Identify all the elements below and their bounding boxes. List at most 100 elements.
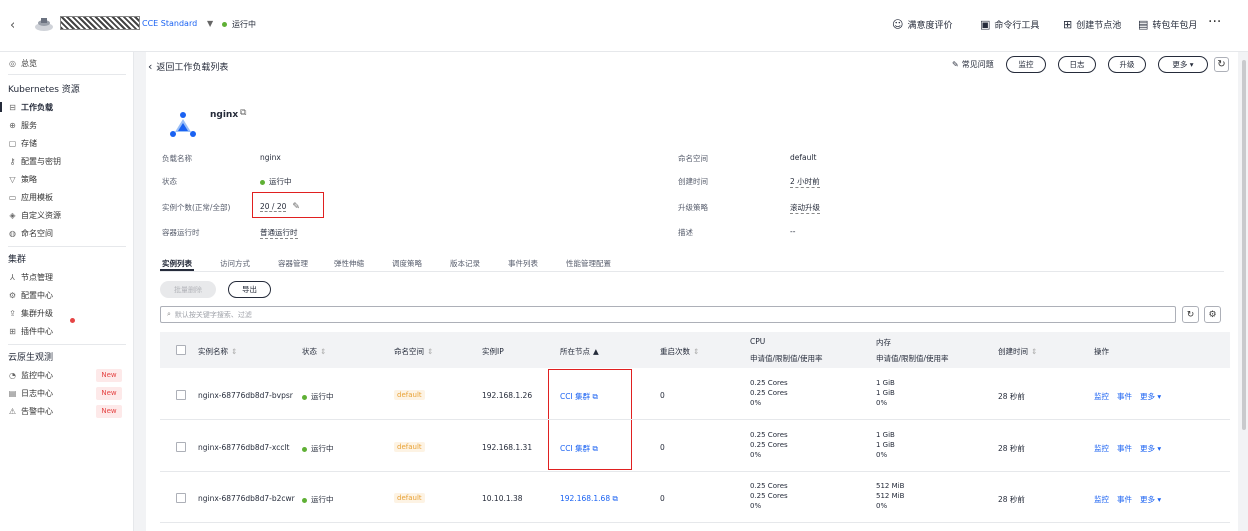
sidebar-item-config-center[interactable]: ⚙ 配置中心 [8, 290, 53, 301]
monitor-link[interactable]: 监控 [1094, 494, 1109, 505]
tab-scaling[interactable]: 弹性伸缩 [334, 258, 364, 269]
field-label: 状态 [162, 177, 177, 186]
row-actions: 监控 事件 更多 ▾ [1094, 494, 1161, 505]
cluster-type-label[interactable]: CCE Standard [142, 19, 197, 28]
sidebar-item-logs[interactable]: ▤ 日志中心 [8, 388, 53, 399]
monitor-link[interactable]: 监控 [1094, 391, 1109, 402]
log-icon: ▤ [8, 389, 17, 398]
sidebar-item-custom-resources[interactable]: ◈ 自定义资源 [8, 210, 61, 221]
node-link[interactable]: CCI 集群 ⧉ [560, 391, 598, 402]
tab-events[interactable]: 事件列表 [508, 258, 538, 269]
divider [160, 471, 1230, 472]
faq-link[interactable]: ✎ 常见问题 [952, 59, 994, 70]
workload-name: nginx [210, 110, 239, 120]
col-created[interactable]: 创建时间 ⇕ [998, 346, 1037, 357]
events-link[interactable]: 事件 [1117, 391, 1132, 402]
col-actions: 操作 [1094, 347, 1109, 356]
pod-ip: 192.168.1.31 [482, 443, 533, 452]
more-icon[interactable]: ··· [1208, 14, 1221, 30]
tab-access[interactable]: 访问方式 [220, 258, 250, 269]
scrollbar-thumb[interactable] [1242, 60, 1246, 430]
namespace-tag: default [394, 442, 425, 452]
pod-ip: 10.10.1.38 [482, 494, 523, 503]
field-value: 普通运行时 [260, 228, 298, 239]
copy-icon[interactable]: ⧉ [240, 108, 246, 118]
edit-icon[interactable]: ✎ [292, 202, 300, 212]
more-link[interactable]: 更多 ▾ [1140, 443, 1161, 454]
node-pool-icon: ⊞ [1063, 18, 1073, 31]
row-checkbox[interactable] [176, 390, 186, 400]
tab-instances[interactable]: 实例列表 [162, 258, 192, 269]
external-link-icon: ⧉ [612, 494, 618, 503]
col-memory-sub: 申请值/限制值/使用率 [876, 354, 949, 363]
col-status[interactable]: 状态 ⇕ [302, 346, 326, 357]
sidebar-item-monitoring[interactable]: ◔ 监控中心 [8, 370, 53, 381]
refresh-icon[interactable]: ↻ [1182, 306, 1199, 323]
row-checkbox[interactable] [176, 442, 186, 452]
monitor-link[interactable]: 监控 [1094, 443, 1109, 454]
col-namespace[interactable]: 命名空间 ⇕ [394, 346, 433, 357]
monitor-button[interactable]: 监控 [1006, 56, 1046, 73]
created-time: 28 秒前 [998, 392, 1025, 401]
logs-button[interactable]: 日志 [1058, 56, 1096, 73]
tab-versions[interactable]: 版本记录 [450, 258, 480, 269]
col-cpu: CPU [750, 337, 766, 346]
yearly-monthly-button[interactable]: ▤ 转包年包月 [1138, 18, 1197, 31]
export-button[interactable]: 导出 [228, 281, 271, 298]
create-node-pool-button[interactable]: ⊞ 创建节点池 [1063, 18, 1121, 31]
terminal-icon: ▣ [980, 18, 991, 31]
tab-containers[interactable]: 容器管理 [278, 258, 308, 269]
sidebar-item-alerts[interactable]: ⚠ 告警中心 [8, 406, 53, 417]
tab-scheduling[interactable]: 调度策略 [392, 258, 422, 269]
field-label: 创建时间 [678, 177, 708, 186]
external-link-icon: ⧉ [592, 392, 598, 401]
row-actions: 监控 事件 更多 ▾ [1094, 443, 1161, 454]
field-value: -- [790, 227, 796, 236]
sidebar-item-workloads[interactable]: ⊟ 工作负载 [8, 102, 53, 113]
back-link[interactable]: ‹ 返回工作负载列表 [148, 60, 228, 73]
row-checkbox[interactable] [176, 493, 186, 503]
select-all-checkbox[interactable] [176, 345, 186, 355]
namespace-icon: ◍ [9, 229, 16, 238]
more-button[interactable]: 更多 ▾ [1158, 56, 1208, 73]
sidebar-item-services[interactable]: ⊕ 服务 [8, 120, 37, 131]
sort-icon: ⇕ [1031, 347, 1038, 356]
chevron-down-icon[interactable]: ▼ [207, 19, 213, 28]
cli-tool-button[interactable]: ▣ 命令行工具 [980, 18, 1039, 31]
more-link[interactable]: 更多 ▾ [1140, 494, 1161, 505]
status-dot [260, 179, 265, 185]
upgrade-button[interactable]: 升级 [1108, 56, 1146, 73]
events-link[interactable]: 事件 [1117, 494, 1132, 505]
batch-delete-button[interactable]: 批量删除 [160, 281, 216, 298]
sidebar-item-storage[interactable]: ▢ 存储 [8, 138, 37, 149]
status-dot [302, 394, 307, 400]
sidebar: ◎ 总览 Kubernetes 资源 ⊟ 工作负载 ⊕ 服务 ▢ 存储 ⚷ 配置与密钥 ▽… [0, 52, 134, 531]
more-link[interactable]: 更多 ▾ [1140, 391, 1161, 402]
settings-icon[interactable]: ⚙ [1204, 306, 1221, 323]
sidebar-item-overview[interactable]: ◎ 总览 [8, 58, 37, 69]
node-link[interactable]: 192.168.1.68 ⧉ [560, 494, 618, 504]
config-icon: ⚙ [8, 291, 17, 300]
pod-status: 运行中 [302, 391, 334, 402]
tab-performance[interactable]: 性能管理配置 [566, 258, 611, 269]
sidebar-item-namespaces[interactable]: ◍ 命名空间 [8, 228, 53, 239]
sidebar-item-templates[interactable]: ▭ 应用模板 [8, 192, 53, 203]
instance-count[interactable]: 20 / 20 ✎ [260, 202, 300, 212]
sidebar-item-nodes[interactable]: ⅄ 节点管理 [8, 272, 53, 283]
notification-dot [70, 318, 75, 323]
sidebar-item-addons[interactable]: ⊞ 插件中心 [8, 326, 53, 337]
restart-count: 0 [660, 443, 665, 452]
search-input[interactable]: ⌕ 默认按关键字搜索、过滤 [160, 306, 1176, 323]
sidebar-item-upgrade[interactable]: ⇪ 集群升级 [8, 308, 53, 319]
sidebar-item-config[interactable]: ⚷ 配置与密钥 [8, 156, 61, 167]
node-link[interactable]: CCI 集群 ⧉ [560, 443, 598, 454]
sidebar-item-policy[interactable]: ▽ 策略 [8, 174, 37, 185]
refresh-icon[interactable]: ↻ [1214, 57, 1229, 72]
back-arrow-icon[interactable]: ‹ [10, 18, 15, 33]
col-node[interactable]: 所在节点 ▲ [560, 346, 599, 357]
overview-icon: ◎ [9, 59, 16, 68]
col-restarts[interactable]: 重启次数 ⇕ [660, 346, 699, 357]
satisfaction-button[interactable]: ☺ 满意度评价 [892, 18, 952, 31]
col-name[interactable]: 实例名称 ⇕ [198, 346, 237, 357]
events-link[interactable]: 事件 [1117, 443, 1132, 454]
